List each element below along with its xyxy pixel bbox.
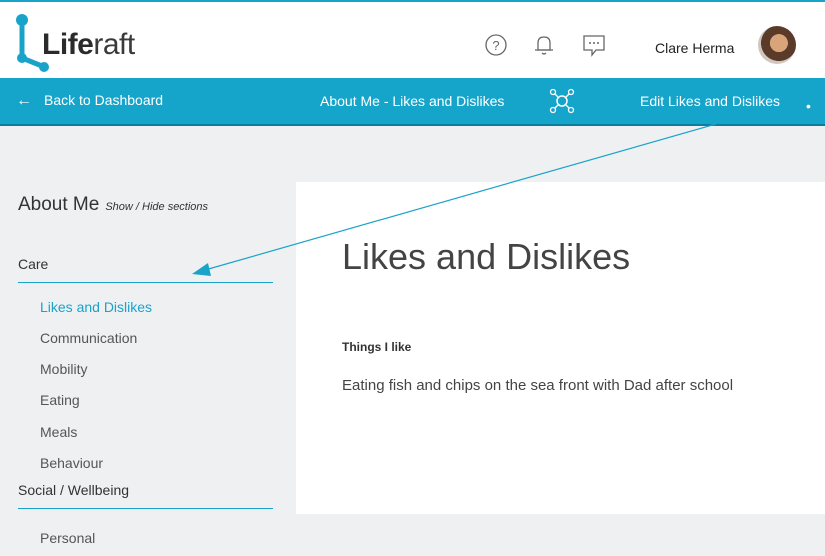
logo-text: Liferaft	[42, 28, 135, 61]
nav-bar: ← Back to Dashboard About Me - Likes and …	[0, 78, 825, 126]
edit-likes-button[interactable]: Edit Likes and Dislikes	[640, 93, 780, 109]
avatar[interactable]	[758, 26, 796, 64]
top-bar: Liferaft ? Clare Herma	[0, 2, 825, 78]
sidebar-item-likes-and-dislikes[interactable]: Likes and Dislikes	[40, 299, 152, 315]
back-to-dashboard-link[interactable]: ← Back to Dashboard	[16, 92, 163, 110]
help-icon[interactable]: ?	[483, 32, 509, 58]
show-hide-sections-link[interactable]: Show / Hide sections	[105, 201, 208, 213]
back-label: Back to Dashboard	[44, 92, 164, 108]
sidebar-item-eating[interactable]: Eating	[40, 392, 80, 408]
sidebar-item-mobility[interactable]: Mobility	[40, 361, 87, 377]
page-title: Likes and Dislikes	[342, 236, 631, 277]
more-options-icon[interactable]: •	[806, 98, 811, 114]
things-i-like-value: Eating fish and chips on the sea front w…	[342, 377, 734, 394]
page-breadcrumb-title: About Me - Likes and Dislikes	[320, 93, 505, 109]
chat-icon[interactable]	[581, 32, 607, 58]
section-social-wellbeing[interactable]: Social / Wellbeing	[18, 482, 273, 509]
main-content-card: Likes and Dislikes Things I like Eating …	[296, 182, 825, 514]
network-icon[interactable]	[548, 87, 576, 115]
sidebar: About Me Show / Hide sections Care Likes …	[0, 124, 290, 556]
sidebar-item-meals[interactable]: Meals	[40, 424, 77, 440]
liferaft-logo[interactable]: Liferaft	[12, 12, 142, 72]
svg-text:?: ?	[492, 38, 499, 53]
sidebar-item-communication[interactable]: Communication	[40, 330, 137, 346]
sidebar-title: About Me Show / Hide sections	[18, 194, 208, 216]
sidebar-item-behaviour[interactable]: Behaviour	[40, 455, 103, 471]
sidebar-title-text: About Me	[18, 194, 100, 215]
things-i-like-label: Things I like	[342, 340, 412, 354]
section-care[interactable]: Care	[18, 256, 273, 283]
sidebar-item-personal[interactable]: Personal	[40, 530, 95, 546]
user-name[interactable]: Clare Herma	[655, 40, 734, 56]
bell-icon[interactable]	[531, 32, 557, 58]
arrow-left-icon: ←	[16, 92, 32, 109]
